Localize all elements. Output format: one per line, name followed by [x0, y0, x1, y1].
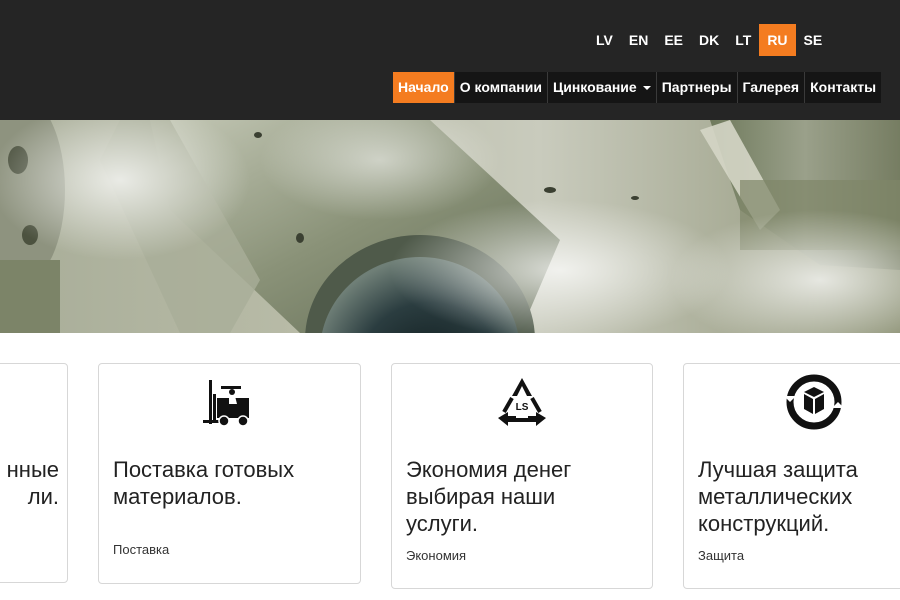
feature-card-tag: Экономия	[406, 548, 467, 563]
nav-item-contacts[interactable]: Контакты	[804, 72, 882, 103]
feature-card-title: нные ли.	[7, 456, 59, 510]
title-line: материалов.	[113, 484, 242, 509]
nav-item-gallery[interactable]: Галерея	[736, 72, 805, 103]
title-line: Экономия денег	[406, 457, 572, 482]
title-line: Поставка готовых	[113, 457, 295, 482]
lang-se[interactable]: SE	[796, 24, 831, 56]
title-line: конструкций.	[698, 511, 830, 536]
feature-card-supply: Поставка готовых материалов. Поставка	[98, 363, 361, 584]
nav-item-label: Галерея	[742, 79, 800, 95]
nav-item-partners[interactable]: Партнеры	[655, 72, 737, 103]
nav-item-about[interactable]: О компании	[453, 72, 547, 103]
title-line: Лучшая защита	[698, 457, 858, 482]
feature-card-partial: нные ли.	[0, 363, 68, 583]
feature-card-savings: LS Экономия денег выбирая наши услуги. Эко…	[391, 363, 653, 589]
title-line: выбирая наши	[406, 484, 556, 509]
svg-text:LS: LS	[516, 402, 529, 413]
lang-ru[interactable]: RU	[759, 24, 796, 56]
nav-item-home[interactable]: Начало	[393, 72, 454, 103]
main-navigation: Начало О компании Цинкование Партнеры Га…	[393, 72, 882, 103]
box-recycle-icon	[784, 374, 844, 430]
title-line: металлических	[698, 484, 853, 509]
title-line: ли.	[27, 484, 59, 509]
feature-card-protection: Лучшая защита металлических конструкций. З…	[683, 363, 900, 589]
feature-card-tag: Поставка	[113, 542, 170, 557]
hero-banner-image	[0, 120, 900, 333]
lang-ee[interactable]: EE	[656, 24, 691, 56]
feature-card-tag: Защита	[698, 548, 745, 563]
lang-dk[interactable]: DK	[691, 24, 727, 56]
chevron-down-icon	[642, 86, 651, 91]
title-line: услуги.	[406, 511, 479, 536]
language-switcher: LV EN EE DK LT RU SE	[588, 24, 830, 56]
recycle-ls-icon: LS	[498, 378, 546, 426]
nav-item-label: Начало	[398, 79, 449, 95]
forklift-icon	[203, 380, 249, 427]
feature-card-title: Экономия денег выбирая наши услуги.	[406, 456, 571, 537]
nav-item-galvanizing[interactable]: Цинкование	[546, 72, 656, 103]
lang-lt[interactable]: LT	[727, 24, 759, 56]
top-header: LV EN EE DK LT RU SE Начало О компании Ц…	[0, 0, 900, 120]
nav-item-label: Цинкование	[552, 79, 637, 95]
nav-item-label: О компании	[459, 79, 542, 95]
lang-lv[interactable]: LV	[588, 24, 621, 56]
lang-en[interactable]: EN	[621, 24, 656, 56]
feature-card-title: Поставка готовых материалов.	[113, 456, 294, 510]
nav-item-label: Контакты	[810, 79, 877, 95]
nav-item-label: Партнеры	[661, 79, 732, 95]
feature-card-title: Лучшая защита металлических конструкций.	[698, 456, 858, 537]
title-line: нные	[6, 457, 59, 482]
